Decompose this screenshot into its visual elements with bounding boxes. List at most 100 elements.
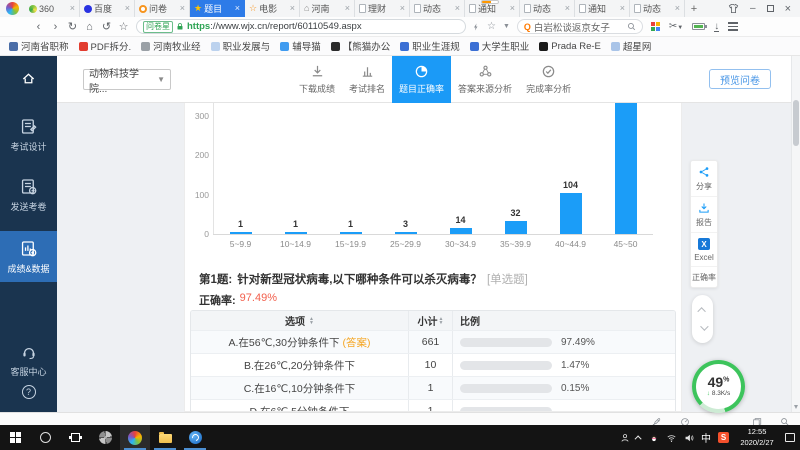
tab-close-icon[interactable]: × — [675, 4, 680, 13]
excel-button[interactable]: X Excel — [691, 232, 717, 266]
download-progress-gauge[interactable]: 49% ↓ 8.3K/s — [692, 360, 745, 413]
tab-exam-ranking[interactable]: 考试排名 — [342, 56, 392, 103]
tab-close-icon[interactable]: × — [180, 4, 185, 13]
chevron-down-icon[interactable] — [700, 322, 708, 330]
browser-360-app-button[interactable] — [120, 425, 150, 450]
browser-tab[interactable]: 问卷× — [135, 0, 190, 17]
tab-close-icon[interactable]: × — [400, 4, 405, 13]
search-box[interactable]: Q 白岩松谈返京女子 — [517, 19, 643, 34]
col-header-option[interactable]: 选项▲▼ — [191, 311, 409, 330]
action-center-icon[interactable] — [785, 433, 795, 442]
browser-tab[interactable]: 通知× — [465, 0, 520, 17]
browser-tab[interactable]: 通知× — [575, 0, 630, 17]
tab-answer-source[interactable]: 答案来源分析 — [451, 56, 519, 103]
sidebar-item-send-paper[interactable]: 发送考卷 — [0, 169, 57, 220]
downloads-icon[interactable]: ↓ — [714, 22, 719, 32]
browser-tab[interactable]: 理财× — [355, 0, 410, 17]
browser-tab[interactable]: ⌂河南× — [300, 0, 355, 17]
report-button[interactable]: 报告 — [691, 196, 717, 232]
bookmark-item[interactable]: 职业生涯规 — [400, 39, 460, 53]
bookmark-item[interactable]: 超星网 — [611, 39, 652, 53]
maximize-icon[interactable] — [767, 5, 774, 12]
chart-column[interactable]: 3 — [378, 103, 433, 234]
people-icon[interactable] — [620, 433, 630, 443]
address-bar[interactable]: 问卷星 https://www.wjx.cn/report/60110549.a… — [136, 19, 466, 34]
option-row[interactable]: C.在16℃,10分钟条件下10.15% — [191, 376, 675, 399]
home-icon[interactable]: ⌂ — [81, 21, 98, 33]
bookmark-star-icon[interactable]: ☆ — [487, 21, 496, 32]
preview-survey-button[interactable]: 预览问卷 — [709, 69, 771, 89]
skin-theme-icon[interactable] — [728, 3, 739, 14]
tab-download-scores[interactable]: 下载成绩 — [292, 56, 342, 103]
wifi-icon[interactable] — [666, 433, 677, 443]
option-row[interactable]: B.在26℃,20分钟条件下101.47% — [191, 353, 675, 376]
taskbar-clock[interactable]: 12:55 2020/2/27 — [736, 427, 778, 447]
chart-column[interactable]: 1 — [323, 103, 378, 234]
browser-tab[interactable]: 动态× — [520, 0, 575, 17]
browser-tab[interactable]: ☆电影× — [245, 0, 300, 17]
browser-tab[interactable]: ★题目× — [190, 0, 245, 17]
chart-column[interactable]: 1 — [213, 103, 268, 234]
page-scrollbar[interactable] — [791, 56, 800, 412]
restore-tab-icon[interactable]: ↺ — [98, 20, 115, 33]
close-window-icon[interactable]: × — [785, 3, 791, 15]
accuracy-tool-button[interactable]: 正确率 — [691, 266, 717, 287]
task-view-button[interactable] — [60, 425, 90, 450]
battery-saver-icon[interactable] — [692, 23, 705, 30]
tab-close-icon[interactable]: × — [565, 4, 570, 13]
browser-tab[interactable]: 动态× — [410, 0, 465, 17]
tab-close-icon[interactable]: × — [70, 4, 75, 13]
start-button[interactable] — [0, 425, 30, 450]
browser-tab[interactable]: 百度× — [80, 0, 135, 17]
bookmark-item[interactable]: 职业发展与 — [211, 39, 271, 53]
chevron-up-icon[interactable] — [697, 307, 705, 315]
bookmark-item[interactable]: 【熊猫办公 — [331, 39, 391, 53]
browser-logo-icon[interactable] — [6, 2, 19, 15]
sogou-ime-icon[interactable]: S — [718, 432, 729, 443]
dropdown-caret-icon[interactable]: ▼ — [503, 23, 510, 30]
survey-selector-dropdown[interactable]: 动物科技学院... ▼ — [83, 69, 171, 90]
pinwheel-app-button[interactable] — [90, 425, 120, 450]
forward-icon[interactable]: › — [47, 21, 64, 33]
tab-completion-rate[interactable]: 完成率分析 — [519, 56, 578, 103]
bookmark-item[interactable]: PDF拆分. — [79, 39, 132, 53]
hidden-icons-chevron[interactable] — [635, 435, 642, 442]
chart-column[interactable]: 104 — [543, 103, 598, 234]
browser-tab[interactable]: 动态× — [630, 0, 685, 17]
tab-close-icon[interactable]: × — [290, 4, 295, 13]
tab-close-icon[interactable]: × — [345, 4, 350, 13]
qq-penguin-icon[interactable] — [649, 432, 659, 443]
new-tab-button[interactable]: + — [685, 3, 703, 15]
sidebar-item-support[interactable]: 客服中心 — [0, 335, 57, 385]
screenshot-scissors-icon[interactable]: ✂▼ — [669, 21, 683, 32]
favorites-star-icon[interactable]: ☆ — [115, 20, 132, 33]
help-question-icon[interactable]: ? — [22, 385, 36, 399]
tab-question-accuracy[interactable]: 题目正确率 — [392, 56, 451, 103]
chart-column[interactable] — [598, 103, 653, 234]
menu-hamburger-icon[interactable] — [728, 22, 738, 31]
sidebar-item-scores-data[interactable]: 成绩&数据 — [0, 231, 57, 282]
speaker-icon[interactable] — [684, 433, 694, 443]
option-row[interactable]: A.在56℃,30分钟条件下(答案)66197.49% — [191, 330, 675, 353]
share-button[interactable]: 分享 — [691, 161, 717, 196]
search-query[interactable]: 白岩松谈返京女子 — [534, 20, 624, 34]
scrollbar-down-arrow[interactable] — [794, 405, 798, 409]
bookmark-item[interactable]: Prada Re-E — [539, 41, 601, 52]
bookmark-item[interactable]: 大学生职业 — [470, 39, 530, 53]
tab-close-icon[interactable]: × — [510, 4, 515, 13]
bookmark-item[interactable]: 辅导猫 — [280, 39, 321, 53]
chart-column[interactable]: 32 — [488, 103, 543, 234]
minimize-icon[interactable]: – — [750, 4, 756, 14]
browser-tab[interactable]: 360× — [25, 0, 80, 17]
back-icon[interactable]: ‹ — [30, 21, 47, 33]
tab-close-icon[interactable]: × — [125, 4, 130, 13]
blue-app-button[interactable] — [180, 425, 210, 450]
bookmark-item[interactable]: 河南省职称 — [9, 39, 69, 53]
ime-language-indicator[interactable]: 中 — [701, 430, 711, 445]
search-icon[interactable] — [627, 22, 636, 31]
sort-icon[interactable]: ▲▼ — [309, 317, 314, 325]
chart-column[interactable]: 1 — [268, 103, 323, 234]
sort-icon[interactable]: ▲▼ — [439, 317, 444, 325]
file-explorer-button[interactable] — [150, 425, 180, 450]
refresh-icon[interactable]: ↻ — [64, 20, 81, 33]
